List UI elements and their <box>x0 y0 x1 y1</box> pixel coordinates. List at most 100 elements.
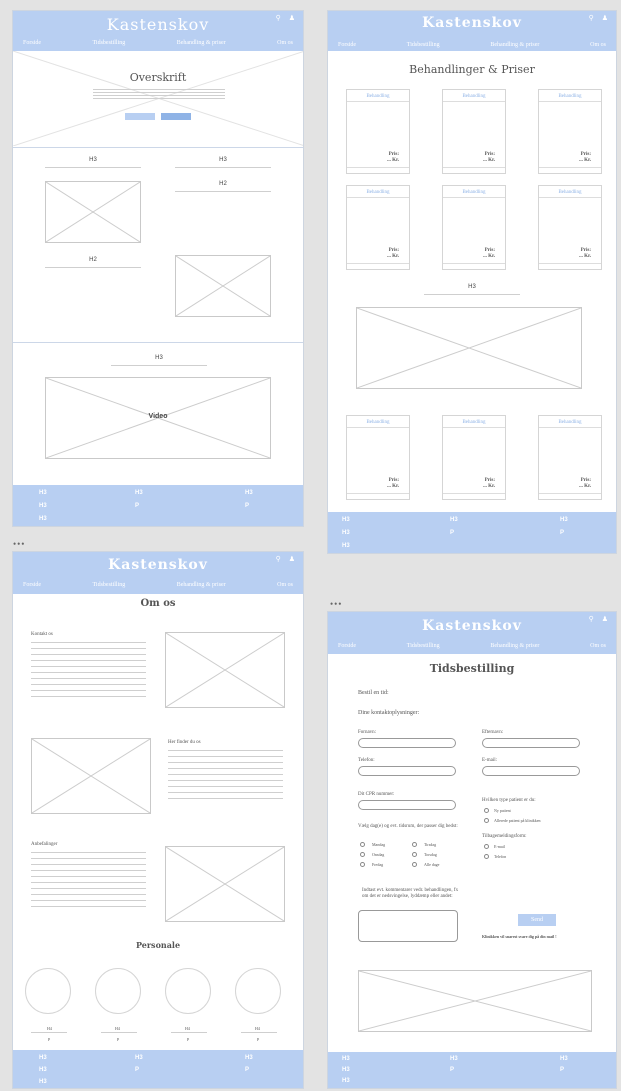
user-icon[interactable]: ♟ <box>289 555 295 563</box>
price-value: ... Kr. <box>579 158 591 163</box>
site-header: Kastenskov ⚲ ♟ Forside Tidsbestilling Beh… <box>13 552 303 594</box>
method-email-radio[interactable] <box>484 844 489 849</box>
last-name-input[interactable] <box>482 738 580 748</box>
nav-tidsbestilling[interactable]: Tidsbestilling <box>92 582 125 588</box>
hero-text <box>93 89 225 104</box>
treatment-card[interactable]: Behandling Pris:... Kr. <box>442 185 506 270</box>
method-phone-label: Telefon <box>494 854 507 859</box>
treatment-card-title: Behandling <box>558 420 582 425</box>
first-name-input[interactable] <box>358 738 456 748</box>
treatment-card[interactable]: Behandling Pris:... Kr. <box>346 89 410 174</box>
day-radio-torsdag[interactable] <box>412 852 417 857</box>
about-title: Om os <box>140 598 176 609</box>
search-icon[interactable]: ⚲ <box>276 555 281 563</box>
treatment-card[interactable]: Behandling Pris:... Kr. <box>442 89 506 174</box>
recommendations-label: Anbefalinger <box>31 842 58 847</box>
treatments-page-frame: Kastenskov ⚲ ♟ Forside Tidsbestilling Beh… <box>327 10 617 554</box>
method-phone-radio[interactable] <box>484 854 489 859</box>
staff-name-4: H4 <box>255 1026 260 1031</box>
user-icon[interactable]: ♟ <box>289 14 295 22</box>
nav-forside[interactable]: Forside <box>338 42 356 48</box>
staff-photo-1 <box>25 968 71 1014</box>
price-value: ... Kr. <box>483 254 495 259</box>
video-label: Video <box>148 413 168 420</box>
contact-image-placeholder <box>165 632 285 708</box>
nav-forside[interactable]: Forside <box>23 582 41 588</box>
nav-tidsbestilling[interactable]: Tidsbestilling <box>92 40 125 46</box>
treatment-card[interactable]: Behandling Pris:... Kr. <box>442 415 506 500</box>
booking-image-placeholder <box>358 970 592 1032</box>
cpr-input[interactable] <box>358 800 456 810</box>
day-radio-fredag[interactable] <box>360 862 365 867</box>
search-icon[interactable]: ⚲ <box>589 615 594 623</box>
staff-name-3: H4 <box>185 1026 190 1031</box>
site-header: Kastenskov ⚲ ♟ Forside Tidsbestilling Beh… <box>328 612 616 654</box>
treatment-card-price: Pris:... Kr. <box>483 248 495 260</box>
brand-logo[interactable]: Kastenskov <box>13 557 303 573</box>
search-icon[interactable]: ⚲ <box>589 14 594 22</box>
contact-text <box>31 642 146 702</box>
frame-options-dots[interactable]: ••• <box>330 599 342 609</box>
first-name-label: Fornavn: <box>358 730 377 735</box>
treatment-card-title: Behandling <box>462 94 486 99</box>
site-footer: H3 H3 H3 H3 P P H3 <box>328 512 616 553</box>
nav-tidsbestilling[interactable]: Tidsbestilling <box>407 42 440 48</box>
user-icon[interactable]: ♟ <box>602 615 608 623</box>
note-label: Indtast evt. kommentarer vedr. behandlin… <box>362 888 459 899</box>
note-textarea[interactable] <box>358 910 458 942</box>
staff-photo-4 <box>235 968 281 1014</box>
nav-behandling[interactable]: Behandling & priser <box>177 40 226 46</box>
treatment-card-title: Behandling <box>366 94 390 99</box>
day-label-onsdag: Onsdag <box>372 852 385 857</box>
hero-button-1[interactable] <box>125 113 155 120</box>
map-image-placeholder <box>31 738 151 814</box>
treatment-card-price: Pris:... Kr. <box>483 478 495 490</box>
site-footer: H3 H3 H3 H3 P P H3 <box>328 1052 616 1088</box>
brand-logo[interactable]: Kastenskov <box>13 15 303 34</box>
nav-forside[interactable]: Forside <box>23 40 41 46</box>
find-us-text <box>168 750 283 804</box>
day-radio-tirsdag[interactable] <box>412 842 417 847</box>
treatment-card-title: Behandling <box>462 190 486 195</box>
book-label: Bestil en tid: <box>358 690 389 696</box>
treatment-card[interactable]: Behandling Pris:... Kr. <box>538 415 602 500</box>
treatment-card[interactable]: Behandling Pris:... Kr. <box>346 185 410 270</box>
nav-om-os[interactable]: Om os <box>277 40 293 46</box>
user-icon[interactable]: ♟ <box>602 14 608 22</box>
day-radio-alle[interactable] <box>412 862 417 867</box>
treatment-card[interactable]: Behandling Pris:... Kr. <box>538 185 602 270</box>
nav-tidsbestilling[interactable]: Tidsbestilling <box>407 643 440 649</box>
brand-logo[interactable]: Kastenskov <box>328 15 616 31</box>
contact-label: Kontakt os <box>31 632 53 637</box>
nav-forside[interactable]: Forside <box>338 643 356 649</box>
booking-page-frame: Kastenskov ⚲ ♟ Forside Tidsbestilling Beh… <box>327 611 617 1089</box>
send-button[interactable]: Send <box>518 914 556 926</box>
nav-behandling[interactable]: Behandling & priser <box>177 582 226 588</box>
staff-name-2: H4 <box>115 1026 120 1031</box>
search-icon[interactable]: ⚲ <box>276 14 281 22</box>
day-radio-onsdag[interactable] <box>360 852 365 857</box>
home-page-frame: Kastenskov ⚲ ♟ Forside Tidsbestilling Beh… <box>12 10 304 527</box>
nav-om-os[interactable]: Om os <box>277 582 293 588</box>
image-placeholder-left <box>45 181 141 243</box>
nav-om-os[interactable]: Om os <box>590 42 606 48</box>
frame-options-dots[interactable]: ••• <box>13 539 25 549</box>
treatment-card[interactable]: Behandling Pris:... Kr. <box>346 415 410 500</box>
patient-new-radio[interactable] <box>484 808 489 813</box>
price-value: ... Kr. <box>579 484 591 489</box>
phone-input[interactable] <box>358 766 456 776</box>
video-placeholder[interactable]: Video <box>45 377 271 459</box>
hero-button-2[interactable] <box>161 113 191 120</box>
nav-behandling[interactable]: Behandling & priser <box>490 643 539 649</box>
brand-logo[interactable]: Kastenskov <box>328 618 616 634</box>
section-h2-left: H2 <box>89 257 97 263</box>
contact-method-question: Tilbagemeldingsform: <box>482 834 527 839</box>
price-value: ... Kr. <box>483 484 495 489</box>
day-radio-mandag[interactable] <box>360 842 365 847</box>
day-label-torsdag: Torsdag <box>424 852 437 857</box>
patient-existing-radio[interactable] <box>484 818 489 823</box>
nav-om-os[interactable]: Om os <box>590 643 606 649</box>
email-input[interactable] <box>482 766 580 776</box>
nav-behandling[interactable]: Behandling & priser <box>490 42 539 48</box>
treatment-card[interactable]: Behandling Pris:... Kr. <box>538 89 602 174</box>
